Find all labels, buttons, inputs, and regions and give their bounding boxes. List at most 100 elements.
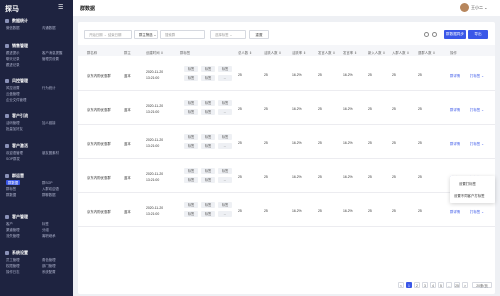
page-number[interactable]: 3 <box>422 282 428 288</box>
metric-cell-leave: 25 <box>418 107 422 111</box>
sidebar-item[interactable]: 企业文件管理 <box>6 97 26 102</box>
sidebar-item[interactable]: 部门管理 <box>42 263 56 268</box>
page-size-select[interactable]: 20条/页 <box>472 282 492 288</box>
metric-cell-active: 25 <box>264 73 268 77</box>
sidebar-item[interactable]: 风控设置 <box>6 85 20 90</box>
column-header[interactable]: 发言人数 ⇕ <box>318 50 335 55</box>
sidebar-item[interactable]: 群标签 <box>6 186 16 191</box>
sidebar-section[interactable]: 客户激活 <box>5 143 28 149</box>
owner-cell: 蓝本 <box>124 74 131 78</box>
tag-select[interactable]: 选择标签 ⌄ <box>210 30 246 39</box>
user-menu[interactable]: 王小二 ⌄ <box>471 5 487 11</box>
dropdown-item-set-customer-tag[interactable]: 设置不同客户打标签 <box>454 193 485 198</box>
sync-button[interactable]: 群数据同步 <box>444 30 466 39</box>
sidebar-section[interactable]: 群运营 <box>5 173 24 179</box>
tag-action-link[interactable]: 打标签 ⌄ <box>470 209 484 214</box>
group-detail-link[interactable]: 群详情 <box>450 209 460 214</box>
created-time-cell: 13:21:00 <box>146 178 160 182</box>
sidebar-item[interactable]: 离职继承 <box>42 233 56 238</box>
user-avatar[interactable] <box>460 3 469 12</box>
page-number[interactable]: ... <box>446 282 452 288</box>
sidebar-item[interactable]: 朋友圈素材 <box>42 150 59 155</box>
tag-action-link[interactable]: 打标签 ⌄ <box>470 73 484 78</box>
sidebar-item[interactable]: 操作日志 <box>6 269 20 274</box>
sidebar-section[interactable]: 销售管理 <box>5 43 28 49</box>
sidebar-item[interactable]: 员工管理 <box>6 257 20 262</box>
sidebar-item[interactable]: 渠道管理 <box>6 227 20 232</box>
sidebar-item[interactable]: 分组 <box>42 227 49 232</box>
search-input[interactable]: 搜索群 <box>160 30 205 39</box>
sidebar-section[interactable]: 系统设置 <box>5 250 28 256</box>
column-header[interactable]: 发言率 ⇕ <box>343 50 357 55</box>
export-button[interactable]: 导出 <box>468 30 488 39</box>
page-number[interactable]: 1 <box>406 282 412 288</box>
sidebar-item[interactable]: 群聊数据 <box>42 192 56 197</box>
group-detail-link[interactable]: 群详情 <box>450 107 460 112</box>
column-header[interactable]: 入群人数 ⇕ <box>392 50 409 55</box>
prev-page-button[interactable]: < <box>398 282 404 288</box>
sidebar-section[interactable]: 客户管理 <box>5 214 28 220</box>
sidebar-item[interactable]: 跟进提示 <box>6 50 20 55</box>
section-icon <box>5 251 9 255</box>
page-number[interactable]: 25 <box>454 282 460 288</box>
sidebar-item[interactable]: 标签 <box>42 221 49 226</box>
sidebar-item[interactable]: SOP群发 <box>6 156 20 161</box>
metric-cell-new: 25 <box>368 141 372 145</box>
sidebar-item[interactable]: 权限管理 <box>6 263 20 268</box>
page-number[interactable]: 4 <box>430 282 436 288</box>
group-tag: 标签 <box>184 100 198 106</box>
sidebar-item[interactable]: 聊天记录 <box>6 56 20 61</box>
sidebar-item[interactable]: 群SOP <box>42 180 53 185</box>
owner-select[interactable]: 群主筛选 ⌄ <box>134 30 158 39</box>
sidebar-item[interactable]: 客户消息提醒 <box>42 50 62 55</box>
sidebar-item[interactable]: 群数据 <box>6 192 16 197</box>
sidebar-item[interactable]: 流失管理 <box>6 233 20 238</box>
sidebar-item[interactable]: 批量加好友 <box>6 126 23 131</box>
sidebar-item[interactable]: 客户 <box>6 221 13 226</box>
page-number[interactable]: 2 <box>414 282 420 288</box>
sidebar-item[interactable]: 角色管理 <box>42 257 56 262</box>
page-number[interactable]: 5 <box>438 282 444 288</box>
owner-cell: 蓝本 <box>124 176 131 180</box>
sidebar-item[interactable]: 云盘管理 <box>6 91 20 96</box>
sidebar-section[interactable]: 风控管理 <box>5 78 28 84</box>
column-header[interactable]: 新入人数 ⇕ <box>368 50 385 55</box>
refresh-icon[interactable] <box>424 32 429 37</box>
metric-cell-leave: 25 <box>418 209 422 213</box>
column-header[interactable]: 总人数 ⇕ <box>238 50 252 55</box>
sidebar-section[interactable]: 客户引流 <box>5 113 28 119</box>
group-name-cell: 京东内购优惠群 <box>87 142 111 146</box>
menu-collapse-icon[interactable]: ☰ <box>58 5 66 11</box>
column-header[interactable]: 活跃人数 ⇕ <box>264 50 281 55</box>
sidebar-item[interactable]: 沟通数据 <box>42 25 56 30</box>
reset-button[interactable]: 重置 <box>249 30 269 39</box>
sidebar-item[interactable]: 加人链接 <box>42 120 56 125</box>
column-header[interactable]: 活跃率 ⇕ <box>292 50 306 55</box>
group-name-cell: 京东内购优惠群 <box>87 108 111 112</box>
sidebar-item[interactable]: 行为统计 <box>42 85 56 90</box>
sidebar-item[interactable]: 管理员设置 <box>42 56 59 61</box>
group-tag: ... <box>218 143 232 149</box>
column-header[interactable]: 退群人数 ⇕ <box>418 50 435 55</box>
sidebar-item[interactable]: 系统配置 <box>42 269 56 274</box>
metric-cell-leave: 25 <box>418 73 422 77</box>
sidebar-item[interactable]: 欢迎语管理 <box>6 150 23 155</box>
tag-action-link[interactable]: 打标签 ⌄ <box>470 107 484 112</box>
group-detail-link[interactable]: 群详情 <box>450 73 460 78</box>
metric-cell-new: 25 <box>368 175 372 179</box>
next-page-button[interactable]: > <box>462 282 468 288</box>
group-detail-link[interactable]: 群详情 <box>450 141 460 146</box>
metric-cell-speak: 25 <box>318 175 322 179</box>
date-range-picker[interactable]: 开始日期 → 结束日期 <box>84 30 132 39</box>
sidebar-item[interactable]: 入群欢迎语 <box>42 186 59 191</box>
table-row <box>78 91 495 125</box>
settings-icon[interactable] <box>432 32 437 37</box>
column-header[interactable]: 创建时间 ⇕ <box>146 50 163 55</box>
sidebar-item[interactable]: 跟进记录 <box>6 62 20 67</box>
sidebar-section[interactable]: 数据统计 <box>5 18 28 24</box>
dropdown-item-set-tag[interactable]: 设置打标签 <box>459 181 476 186</box>
sidebar-item[interactable]: 群数据 <box>6 180 21 185</box>
sidebar-item[interactable]: 活码管理 <box>6 120 20 125</box>
tag-action-link[interactable]: 打标签 ⌄ <box>470 141 484 146</box>
sidebar-item[interactable]: 微信数据 <box>6 25 20 30</box>
